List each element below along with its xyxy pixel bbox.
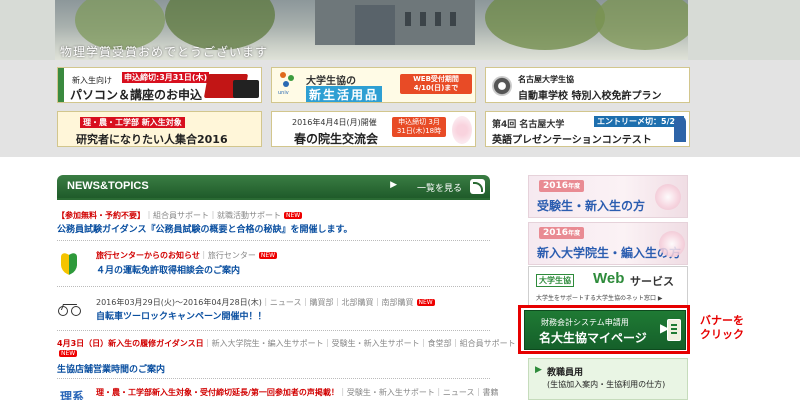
news-item-5-meta: 理・農・工学部新入生対象・受付締切延長/第一回参加者の声掲載！｜受験生・新入生サ…: [96, 387, 499, 398]
year-tag: 2016年度: [539, 180, 585, 192]
banner-newlife-sub: 大学生協の: [306, 76, 356, 87]
banner-pc-sub: 新入生向け: [72, 76, 112, 85]
rikei-icon: 理系: [60, 390, 85, 400]
year-tag-number: 2016: [543, 181, 569, 191]
banner-grad-badge: 申込締切 3月31日(木)18時: [392, 117, 446, 137]
cherry-blossom-icon: [452, 116, 472, 144]
new-badge: NEW: [59, 350, 78, 357]
banner-newlife-main: 新生活用品: [306, 86, 383, 102]
news-item-1-meta: 【参加無料・予約不要】｜組合員サポート｜就職活動サポート NEW: [57, 210, 303, 221]
news-item-5-tag: 理・農・工学部新入生対象・受付締切延長/第一回参加者の声掲載！: [96, 388, 339, 397]
faculty-staff-title: 教職員用: [547, 368, 584, 378]
banner-coop-mypage[interactable]: 財務会計システム申請用 名大生協マイページ ▶: [524, 310, 686, 350]
mypage-sub: 財務会計システム申請用: [541, 318, 629, 327]
news-item-2-title[interactable]: ４月の運転免許取得相談会のご案内: [96, 263, 240, 276]
banner-english-contest[interactable]: 第4回 名古屋大学 エントリー〆切：5/27 英語プレゼンテーションコンテスト: [485, 111, 690, 147]
more-arrow-icon: ▶: [390, 180, 397, 190]
banner-prospective-students[interactable]: 2016年度 受験生・新入生の方: [528, 175, 688, 218]
cherry-blossom-icon: [659, 231, 685, 257]
year-tag-suffix: 年度: [568, 183, 581, 190]
banner-driving-school[interactable]: 名古屋大学生協 自動車学校 特別入校免許プラン: [485, 67, 690, 103]
news-header: NEWS&TOPICS ▶ 一覧を見る: [57, 175, 490, 198]
news-item-1-title[interactable]: 公務員試験ガイダンス『公務員試験の概要と合格の秘訣』を開催します。: [57, 222, 353, 235]
banner-english-main: 英語プレゼンテーションコンテスト: [492, 135, 652, 146]
bicycle-icon: [58, 300, 82, 316]
cherry-blossom-icon: [655, 184, 681, 210]
news-title: NEWS&TOPICS: [67, 180, 149, 192]
news-divider: [57, 240, 490, 241]
banner-grad-exchange[interactable]: 2016年4月4日(月)開催 春の院生交流会 申込締切 3月31日(木)18時: [271, 111, 476, 147]
year-tag-number: 2016: [543, 228, 569, 238]
car-icon: [492, 76, 512, 96]
click-note-line1: バナーを: [700, 314, 744, 327]
web-service-sub: 大学生をサポートする大学生協のネット窓口 ▶: [536, 295, 663, 302]
book-icon: [667, 319, 681, 341]
click-note-line2: クリック: [700, 328, 744, 341]
news-item-4-tag: 4月3日（日）新入生の履修ガイダンス日: [57, 339, 204, 348]
news-rule: [57, 198, 490, 200]
laptop-icon-2: [233, 80, 259, 98]
news-item-4-title[interactable]: 生協店舗営業時間のご案内: [57, 362, 165, 375]
banner-newlife-badge: WEB受付期間 4/10(日)まで: [400, 74, 472, 94]
news-item-2-meta: 旅行センターからのお知らせ｜旅行センター NEW: [96, 250, 278, 261]
banner-driving-sub: 名古屋大学生協: [518, 75, 574, 84]
web-service-label: サービス: [630, 275, 674, 288]
news-item-2-tag: 旅行センターからのお知らせ: [96, 251, 200, 260]
news-item-4-meta: 4月3日（日）新入生の履修ガイダンス日｜新入大学院生・編入生サポート｜受験生・新…: [57, 338, 516, 349]
banner-researcher-sub: 理・農・工学部 新入生対象: [80, 117, 185, 128]
banner-grad-sub: 2016年4月4日(月)開催: [292, 118, 377, 127]
news-divider: [57, 330, 490, 331]
hero-caption: 物理学賞受賞おめでとうございます: [60, 45, 269, 59]
coop-pill: 大学生協: [536, 274, 574, 287]
news-item-3-meta: 2016年03月29日(火)～2016年04月28日(木)｜ニュース｜購買部｜北…: [96, 297, 435, 308]
banner-web-service[interactable]: 大学生協 Web サービス 大学生をサポートする大学生協のネット窓口 ▶: [528, 266, 688, 306]
news-divider: [57, 378, 490, 379]
faculty-staff-sub: (生協加入案内・生協利用の仕方): [547, 380, 666, 389]
new-badge: NEW: [416, 299, 435, 306]
hero-section: 物理学賞受賞おめでとうございます: [0, 0, 800, 60]
year-tag: 2016年度: [539, 227, 585, 239]
banner-driving-main: 自動車学校 特別入校免許プラン: [518, 91, 662, 102]
news-item-3-title[interactable]: 自転車ツーロックキャンペーン開催中！！: [96, 309, 267, 322]
click-note: バナーを クリック: [700, 314, 744, 342]
news-item-2-cats: ｜旅行センター: [199, 251, 256, 260]
banner-new-grad-students[interactable]: 2016年度 新入大学院生・編入生の方: [528, 222, 688, 265]
news-item-1-cats: ｜組合員サポート｜就職活動サポート: [145, 211, 281, 220]
news-item-5-cats: ｜受験生・新入生サポート｜ニュース｜書籍: [338, 388, 499, 397]
banner-english-sub: 第4回 名古屋大学: [492, 120, 565, 130]
news-item-3-date: 2016年03月29日(火)～2016年04月28日(木): [96, 298, 262, 307]
prospective-students-label: 受験生・新入生の方: [537, 199, 646, 213]
banner-english-badge: エントリー〆切：5/27: [594, 116, 684, 127]
web-service-web: Web: [593, 270, 625, 287]
banner-researcher[interactable]: 理・農・工学部 新入生対象 研究者になりたい人集合2016: [57, 111, 262, 147]
banner-pc-badge: 申込締切:3月31日(木): [122, 72, 210, 83]
news-item-4-cats: ｜新入大学院生・編入生サポート｜受験生・新入生サポート｜食堂部｜組合員サポート: [203, 339, 516, 348]
banner-faculty-staff[interactable]: ▶ 教職員用 (生協加入案内・生協利用の仕方): [528, 358, 688, 400]
banner-grad-main: 春の院生交流会: [294, 132, 379, 146]
banner-new-life[interactable]: univ 大学生協の 新生活用品 WEB受付期間 4/10(日)まで: [271, 67, 476, 103]
banner-grid: 新入生向け 申込締切:3月31日(木) パソコン＆講座のお申込 univ 大学生…: [0, 60, 800, 157]
news-divider: [57, 286, 490, 287]
mypage-title: 名大生協マイページ: [539, 331, 647, 345]
univ-coop-logo: univ: [278, 72, 300, 98]
banner-researcher-main: 研究者になりたい人集合2016: [76, 133, 228, 146]
news-item-3-cats: ｜ニュース｜購買部｜北部購買｜南部購買: [261, 298, 414, 307]
news-item-1-tag: 【参加無料・予約不要】: [57, 211, 145, 220]
new-badge: NEW: [258, 252, 278, 259]
year-tag-suffix: 年度: [568, 230, 581, 237]
news-item-4-badge-row: NEW: [57, 349, 78, 358]
chevron-right-icon: ▶: [535, 365, 542, 375]
rss-icon[interactable]: [470, 179, 485, 194]
news-more-link[interactable]: 一覧を見る: [417, 181, 462, 194]
beginner-mark-icon: [60, 253, 78, 275]
person-icon: [674, 116, 686, 142]
new-badge: NEW: [284, 212, 303, 219]
banner-pc-course[interactable]: 新入生向け 申込締切:3月31日(木) パソコン＆講座のお申込: [57, 67, 262, 103]
banner-pc-main: パソコン＆講座のお申込: [70, 88, 203, 102]
